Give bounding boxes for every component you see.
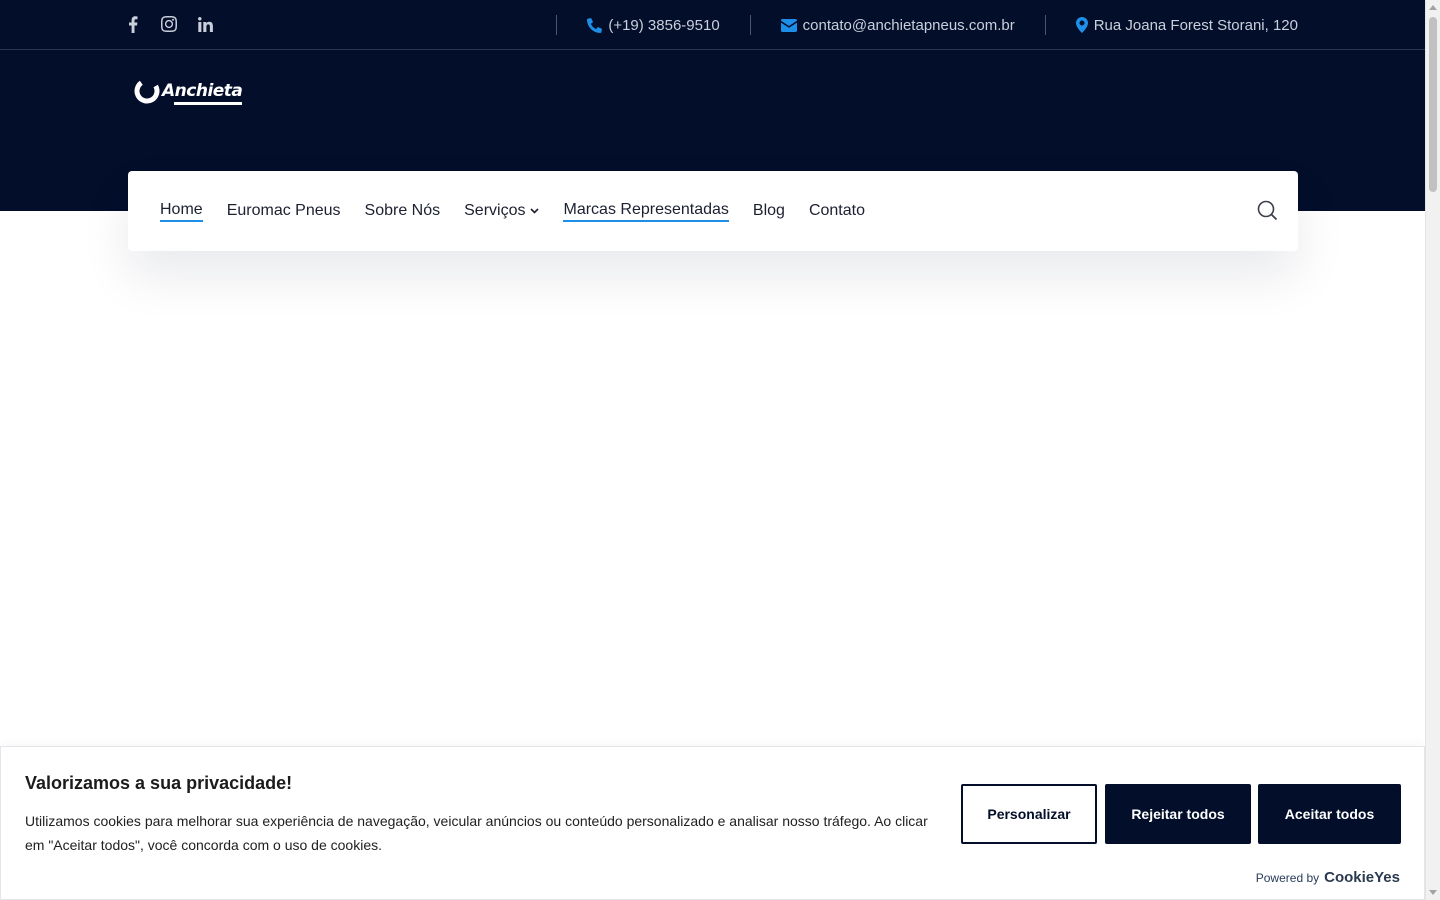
nav-item-home[interactable]: Home [160,201,203,222]
scroll-down-arrow[interactable] [1429,890,1437,895]
email-address: contato@anchietapneus.com.br [802,16,1015,34]
nav-item-contato[interactable]: Contato [809,202,865,220]
nav-label: Marcas Representadas [563,201,729,222]
nav-label: Home [160,201,203,222]
divider [749,15,751,35]
linkedin-icon[interactable] [196,14,214,34]
search-icon [1257,200,1278,221]
cookie-consent-banner: Valorizamos a sua privacidade! Utilizamo… [0,746,1425,900]
address-text: Rua Joana Forest Storani, 120 [1093,16,1298,34]
customize-button[interactable]: Personalizar [961,784,1097,844]
logo-mark-icon [134,78,160,104]
main-navigation: Home Euromac Pneus Sobre Nós Serviços Ma… [128,171,1298,251]
search-button[interactable] [1257,200,1278,226]
logo-text: Anchieta [162,81,243,105]
nav-label: Contato [808,202,865,219]
chevron-down-icon [530,208,540,214]
powered-by-label: Powered by [1255,870,1320,885]
phone-number: (+19) 3856-9510 [608,16,720,34]
scrollbar-thumb[interactable] [1429,17,1437,192]
phone-link[interactable]: (+19) 3856-9510 [587,16,720,34]
divider [556,15,558,35]
nav-label: Sobre Nós [364,202,441,219]
phone-icon [587,17,603,33]
social-links [124,14,214,34]
nav-label: Serviços [464,202,526,219]
cookie-title: Valorizamos a sua privacidade! [25,773,293,793]
nav-item-sobre-nos[interactable]: Sobre Nós [365,202,441,220]
nav-item-euromac-pneus[interactable]: Euromac Pneus [227,202,341,220]
nav-item-blog[interactable]: Blog [753,202,785,220]
cookieyes-logo[interactable]: CookieYes [1324,869,1400,886]
email-link[interactable]: contato@anchietapneus.com.br [780,16,1015,34]
powered-by: Powered by CookieYes [1256,869,1400,886]
divider [1044,15,1046,35]
envelope-icon [780,18,797,32]
nav-label: Euromac Pneus [226,202,341,219]
scroll-up-arrow[interactable] [1429,5,1437,10]
map-pin-icon [1075,17,1088,33]
nav-item-marcas-representadas[interactable]: Marcas Representadas [563,201,729,222]
scrollbar[interactable] [1425,0,1440,900]
contact-info: (+19) 3856-9510 contato@anchietapneus.co… [526,0,1298,50]
address-link[interactable]: Rua Joana Forest Storani, 120 [1075,16,1298,34]
facebook-icon[interactable] [124,14,142,34]
instagram-icon[interactable] [160,14,178,34]
top-bar: (+19) 3856-9510 contato@anchietapneus.co… [0,0,1425,50]
site-logo[interactable]: Anchieta [133,75,263,107]
reject-all-button[interactable]: Rejeitar todos [1105,784,1251,844]
cookie-description: Utilizamos cookies para melhorar sua exp… [25,813,928,853]
nav-label: Blog [752,202,785,219]
accept-all-button[interactable]: Aceitar todos [1258,784,1401,844]
nav-item-servicos[interactable]: Serviços [464,202,540,220]
